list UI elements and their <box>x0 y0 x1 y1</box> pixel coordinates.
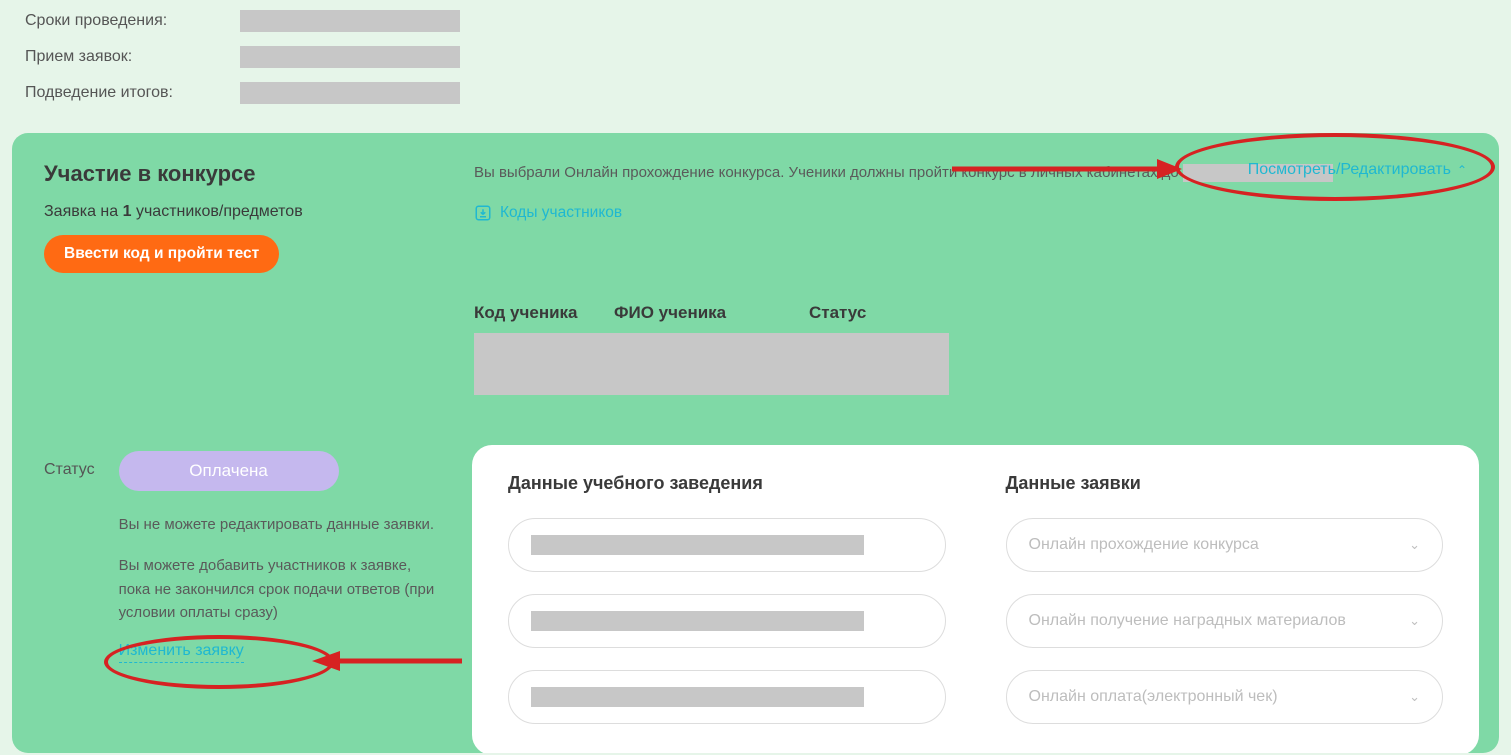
app-count: 1 <box>123 203 132 220</box>
field-placeholder <box>531 611 864 631</box>
status-note-1: Вы не можете редактировать данные заявки… <box>119 513 439 536</box>
institution-title: Данные учебного заведения <box>508 473 946 494</box>
meta-row-dates: Сроки проведения: <box>25 10 1486 32</box>
institution-field-3[interactable] <box>508 670 946 724</box>
select-text: Онлайн оплата(электронный чек) <box>1029 688 1278 706</box>
enter-code-button[interactable]: Ввести код и пройти тест <box>44 235 279 273</box>
participants-table: Код ученика ФИО ученика Статус <box>474 303 949 395</box>
meta-value-apps <box>240 46 460 68</box>
col-name: ФИО ученика <box>614 303 809 323</box>
select-participation-mode[interactable]: Онлайн прохождение конкурса ⌄ <box>1006 518 1444 572</box>
chevron-up-icon: ⌃ <box>1457 163 1467 177</box>
meta-row-results: Подведение итогов: <box>25 82 1486 104</box>
app-prefix: Заявка на <box>44 203 118 220</box>
status-block: Статус Оплачена Вы не можете редактирова… <box>44 451 439 663</box>
application-column: Данные заявки Онлайн прохождение конкурс… <box>1006 473 1444 727</box>
field-placeholder <box>531 687 864 707</box>
participation-panel: Участие в конкурсе Заявка на 1 участнико… <box>12 133 1499 753</box>
panel-left-col: Участие в конкурсе Заявка на 1 участнико… <box>44 161 474 273</box>
status-label: Статус <box>44 451 95 663</box>
meta-label-dates: Сроки проведения: <box>25 12 240 30</box>
select-text: Онлайн прохождение конкурса <box>1029 536 1259 554</box>
institution-field-2[interactable] <box>508 594 946 648</box>
table-body-placeholder <box>474 333 949 395</box>
meta-value-results <box>240 82 460 104</box>
col-status: Статус <box>809 303 949 323</box>
select-payment-mode[interactable]: Онлайн оплата(электронный чек) ⌄ <box>1006 670 1444 724</box>
app-suffix: участников/предметов <box>136 203 303 220</box>
edit-application-link[interactable]: Изменить заявку <box>119 642 244 663</box>
field-placeholder <box>531 535 864 555</box>
chevron-down-icon: ⌄ <box>1409 537 1420 553</box>
meta-label-results: Подведение итогов: <box>25 84 240 102</box>
codes-link-label: Коды участников <box>500 204 622 222</box>
download-icon <box>474 204 492 222</box>
application-title: Данные заявки <box>1006 473 1444 494</box>
status-note-2: Вы можете добавить участников к заявке, … <box>119 554 439 624</box>
details-card: Данные учебного заведения Данные заявки … <box>472 445 1479 753</box>
chevron-down-icon: ⌄ <box>1409 613 1420 629</box>
status-column: Оплачена Вы не можете редактировать данн… <box>119 451 439 663</box>
participant-codes-link[interactable]: Коды участников <box>474 204 1427 222</box>
desc-text: Вы выбрали Онлайн прохождение конкурса. … <box>474 164 1179 181</box>
meta-value-dates <box>240 10 460 32</box>
view-edit-toggle[interactable]: Посмотреть/Редактировать ⌃ <box>1248 161 1467 179</box>
panel-title: Участие в конкурсе <box>44 161 474 187</box>
select-text: Онлайн получение наградных материалов <box>1029 612 1346 630</box>
application-line: Заявка на 1 участников/предметов <box>44 203 474 221</box>
meta-row-apps: Прием заявок: <box>25 46 1486 68</box>
panel-top-row: Участие в конкурсе Заявка на 1 участнико… <box>44 161 1467 273</box>
institution-column: Данные учебного заведения <box>508 473 946 727</box>
top-meta-block: Сроки проведения: Прием заявок: Подведен… <box>0 0 1511 133</box>
view-edit-label: Посмотреть/Редактировать <box>1248 161 1451 179</box>
select-awards-mode[interactable]: Онлайн получение наградных материалов ⌄ <box>1006 594 1444 648</box>
table-header: Код ученика ФИО ученика Статус <box>474 303 949 333</box>
chevron-down-icon: ⌄ <box>1409 689 1420 705</box>
institution-field-1[interactable] <box>508 518 946 572</box>
col-code: Код ученика <box>474 303 614 323</box>
meta-label-apps: Прием заявок: <box>25 48 240 66</box>
status-pill: Оплачена <box>119 451 339 491</box>
